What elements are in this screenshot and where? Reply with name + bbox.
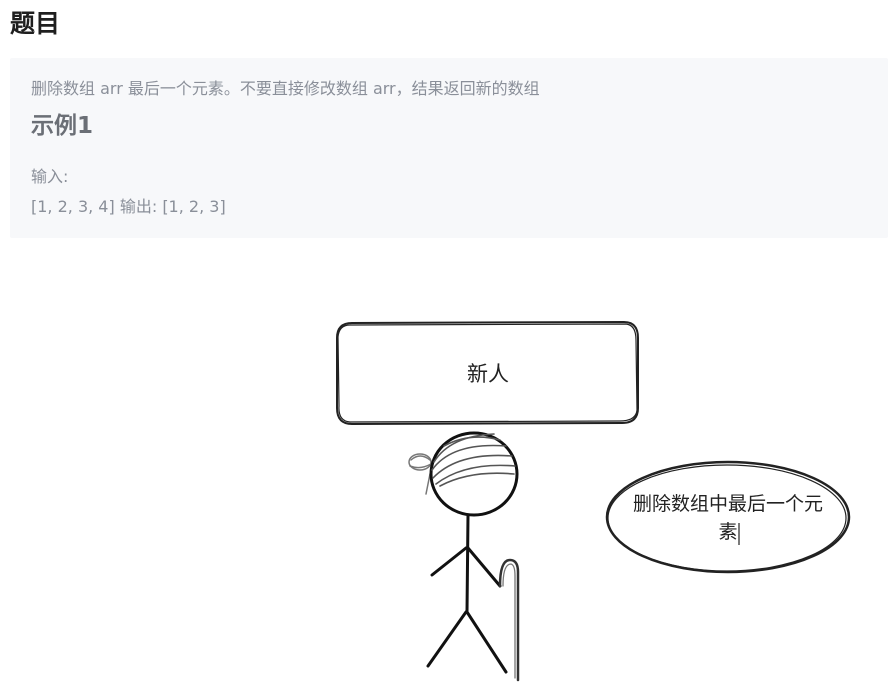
stick-figure [408, 431, 519, 674]
page: 题目 删除数组 arr 最后一个元素。不要直接修改数组 arr，结果返回新的数组… [0, 0, 890, 686]
input-value: [1, 2, 3, 4] [31, 197, 115, 216]
problem-panel: 删除数组 arr 最后一个元素。不要直接修改数组 arr，结果返回新的数组 示例… [10, 58, 888, 238]
cane [498, 558, 520, 682]
input-label: 输入: [31, 167, 69, 186]
output-value: [1, 2, 3] [162, 197, 226, 216]
hair [431, 433, 516, 487]
page-heading: 题目 [10, 9, 61, 38]
example-title: 示例1 [31, 113, 94, 139]
bubble-line-1: 删除数组中最后一个元 [633, 493, 823, 515]
speech-bubble [605, 460, 851, 574]
bubble-line-2: 素 [718, 521, 737, 543]
output-label: 输出: [119, 197, 158, 216]
problem-description: 删除数组 arr 最后一个元素。不要直接修改数组 arr，结果返回新的数组 [31, 79, 540, 98]
box-label: 新人 [467, 362, 509, 386]
hair-bun [408, 453, 432, 495]
label-box [336, 320, 639, 426]
io-line: [1, 2, 3, 4] 输出: [1, 2, 3] [31, 196, 226, 218]
